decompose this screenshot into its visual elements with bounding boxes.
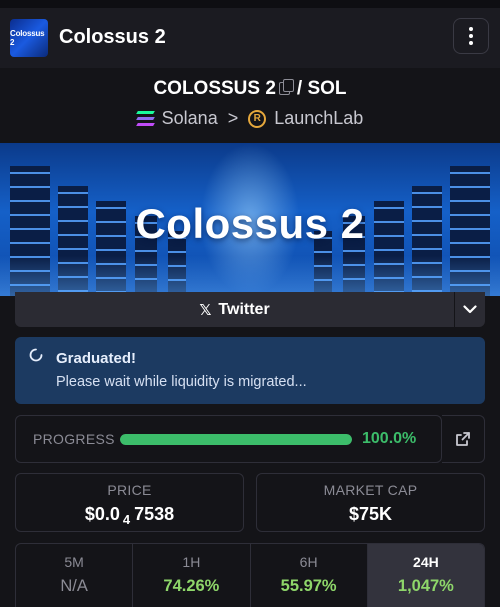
x-logo-icon: 𝕏 <box>199 301 212 319</box>
price-label: PRICE <box>107 482 152 498</box>
chain-breadcrumb: Solana > R LaunchLab <box>0 108 500 129</box>
page-title: Colossus 2 <box>59 26 166 48</box>
pair-separator: / <box>296 78 303 99</box>
progress-fill <box>120 434 352 445</box>
notice-title: Graduated! <box>56 350 137 367</box>
chevron-down-icon <box>463 305 477 314</box>
tab-label: 24H <box>413 554 439 570</box>
social-links-bar: 𝕏 Twitter <box>15 292 485 327</box>
token-logo-text: Colossus 2 <box>10 29 45 47</box>
copy-icon[interactable] <box>278 79 294 95</box>
tab-change: 55.97% <box>280 577 337 595</box>
twitter-label: Twitter <box>218 300 270 318</box>
market-cap-value: $75K <box>348 504 393 524</box>
tab-1h[interactable]: 1H 74.26% <box>133 544 251 607</box>
chevron-right-icon: > <box>227 108 239 128</box>
timeframe-tabs: 5M N/A 1H 74.26% 6H 55.97% 24H 1,047% <box>15 543 485 607</box>
progress-bar <box>120 434 352 445</box>
tab-label: 6H <box>299 554 318 570</box>
twitter-button[interactable]: 𝕏 Twitter <box>15 292 454 327</box>
token-pair: COLOSSUS 2 / SOL <box>0 78 500 100</box>
notice-message: Please wait while liquidity is migrated.… <box>56 374 307 390</box>
tab-24h[interactable]: 24H 1,047% <box>367 544 484 607</box>
social-dropdown-button[interactable] <box>454 292 485 327</box>
tab-5m[interactable]: 5M N/A <box>16 544 134 607</box>
progress-label: PROGRESS <box>33 431 115 447</box>
token-logo: Colossus 2 <box>10 19 48 57</box>
vertical-dots-icon <box>469 27 473 31</box>
tab-change: 1,047% <box>397 577 454 595</box>
more-menu-button[interactable] <box>453 18 489 54</box>
status-strip <box>0 0 500 8</box>
solana-icon <box>135 111 155 126</box>
tab-label: 1H <box>182 554 201 570</box>
token-name: COLOSSUS 2 <box>153 78 276 99</box>
price-zero-count: 4 <box>122 512 131 527</box>
quote-token: SOL <box>307 78 347 99</box>
market-cap-card: MARKET CAP $75K <box>256 473 485 532</box>
tab-change: 74.26% <box>163 577 220 595</box>
app-header: Colossus 2 Colossus 2 <box>0 8 500 68</box>
progress-percent: 100.0% <box>362 430 417 447</box>
tab-change: N/A <box>60 577 88 595</box>
market-cap-label: MARKET CAP <box>323 482 418 498</box>
external-link-button[interactable] <box>442 415 485 463</box>
bonding-progress: PROGRESS 100.0% <box>15 415 442 463</box>
price-digits: 7538 <box>134 504 175 524</box>
banner-title: Colossus 2 <box>135 200 365 247</box>
external-link-icon <box>456 432 470 446</box>
launchlab-icon: R <box>248 109 267 128</box>
tab-6h[interactable]: 6H 55.97% <box>251 544 368 607</box>
chain-name[interactable]: Solana <box>162 108 218 129</box>
loading-spinner-icon <box>29 348 43 362</box>
launchpad-name[interactable]: LaunchLab <box>274 108 363 129</box>
price-prefix: $0.0 <box>84 504 120 524</box>
price-card: PRICE $0.0 4 7538 <box>15 473 244 532</box>
graduation-notice: Graduated! Please wait while liquidity i… <box>15 337 485 404</box>
price-value: $0.0 4 7538 <box>16 504 243 527</box>
tab-label: 5M <box>64 554 84 570</box>
